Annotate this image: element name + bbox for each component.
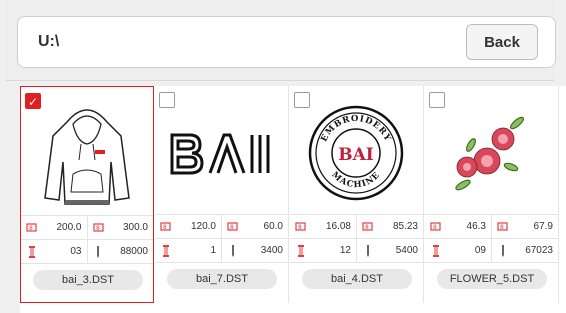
width-icon: 8 (160, 221, 171, 232)
file-stats: 8 46.3 8 67.9 09 67023 (425, 214, 558, 263)
thread-spool-icon (26, 245, 37, 258)
width-icon: 8 (26, 222, 37, 233)
file-card[interactable]: 8 120.0 8 60.0 1 3400 bai_7.DST (155, 86, 289, 303)
svg-text:MACHINE: MACHINE (329, 170, 382, 190)
stitches-stat: 67023 (491, 239, 558, 262)
bai-logo-thumbnail (163, 100, 279, 206)
width-stat: 8 200.0 (21, 216, 87, 239)
path-bar: U:\ Back (6, 0, 556, 81)
thread-spool-icon (430, 244, 441, 257)
path-text: U:\ (38, 33, 60, 50)
height-stat: 8 85.23 (356, 215, 423, 238)
stitches-stat: 3400 (221, 239, 288, 262)
file-name[interactable]: FLOWER_5.DST (437, 269, 547, 289)
colors-stat: 03 (21, 240, 87, 263)
width-stat: 8 46.3 (425, 215, 491, 238)
file-name[interactable]: bai_4.DST (302, 269, 412, 289)
colors-stat: 12 (290, 239, 356, 262)
colors-stat: 09 (425, 239, 491, 262)
stitches-stat: 88000 (86, 240, 154, 263)
file-stats: 8 200.0 8 300.0 03 88000 (21, 215, 153, 264)
badge-bottom-text: MACHINE (329, 170, 381, 190)
height-icon: 8 (362, 221, 373, 232)
width-stat: 8 16.08 (290, 215, 356, 238)
badge-center-text: BAI (338, 145, 374, 165)
stitches-stat: 5400 (356, 239, 423, 262)
back-button[interactable]: Back (466, 24, 538, 60)
svg-text:8: 8 (500, 224, 504, 231)
needle-icon (497, 244, 508, 257)
svg-text:8: 8 (230, 224, 234, 231)
file-card[interactable]: ✓ 8 200.0 8 300.0 03 88000 bai_3.DST (20, 86, 154, 303)
svg-text:8: 8 (96, 225, 100, 232)
file-grid: ✓ 8 200.0 8 300.0 03 88000 bai_3.DST 8 1… (20, 86, 566, 313)
height-icon: 8 (497, 221, 508, 232)
height-icon: 8 (227, 221, 238, 232)
svg-text:8: 8 (365, 224, 369, 231)
thread-spool-icon (295, 244, 306, 257)
file-name[interactable]: bai_7.DST (167, 269, 277, 289)
svg-text:8: 8 (29, 225, 33, 232)
path-field: U:\ Back (17, 16, 556, 68)
file-card[interactable]: 8 46.3 8 67.9 09 67023 FLOWER_5.DST (425, 86, 559, 303)
height-icon: 8 (92, 222, 104, 233)
svg-text:8: 8 (433, 224, 437, 231)
height-stat: 8 300.0 (86, 216, 154, 239)
file-name[interactable]: bai_3.DST (33, 270, 143, 290)
height-stat: 8 67.9 (491, 215, 558, 238)
hoodie-thumbnail (29, 101, 145, 207)
thread-spool-icon (160, 244, 171, 257)
file-card[interactable]: EMBROIDERY MACHINE BAI 8 16.08 8 85.23 1 (290, 86, 424, 303)
file-stats: 8 120.0 8 60.0 1 3400 (155, 214, 288, 263)
colors-stat: 1 (155, 239, 221, 262)
needle-icon (362, 244, 373, 257)
svg-text:8: 8 (163, 224, 167, 231)
width-icon: 8 (295, 221, 306, 232)
height-stat: 8 60.0 (221, 215, 288, 238)
flower-thumbnail (433, 100, 549, 206)
embroidery-badge-thumbnail: EMBROIDERY MACHINE BAI (298, 100, 414, 206)
svg-text:8: 8 (298, 224, 302, 231)
needle-icon (93, 245, 104, 258)
width-stat: 8 120.0 (155, 215, 221, 238)
needle-icon (227, 244, 238, 257)
file-stats: 8 16.08 8 85.23 12 5400 (290, 214, 423, 263)
width-icon: 8 (430, 221, 441, 232)
